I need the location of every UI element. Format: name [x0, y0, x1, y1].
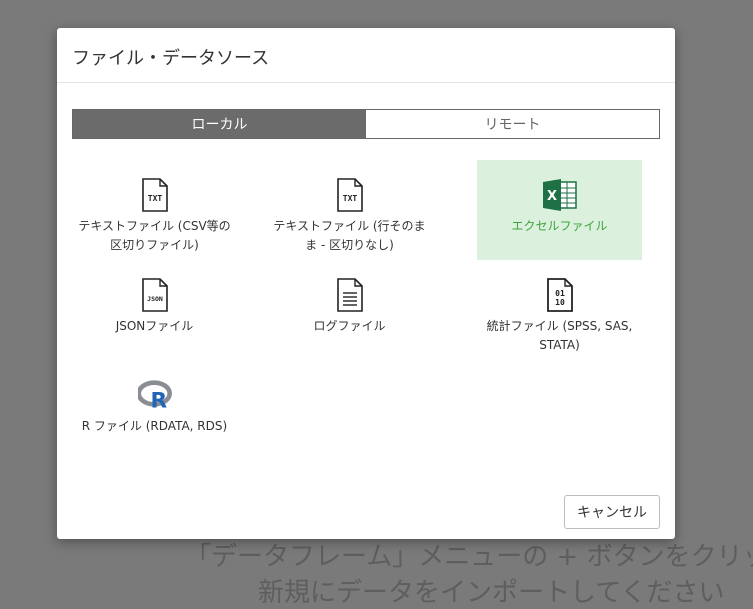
log-file-icon	[333, 277, 367, 313]
tile-text-delimited[interactable]: TXT テキストファイル (CSV等の区切りファイル)	[72, 160, 237, 260]
tile-label: ログファイル	[313, 319, 386, 333]
svg-text:TXT: TXT	[147, 194, 162, 203]
tile-json[interactable]: JSON JSONファイル	[72, 260, 237, 360]
tab-local[interactable]: ローカル	[73, 110, 366, 138]
tile-log[interactable]: ログファイル	[267, 260, 432, 360]
tile-label: 統計ファイル (SPSS, SAS, STATA)	[486, 319, 633, 352]
file-datasource-dialog: ファイル・データソース ローカル リモート TXT テキストファイル (CSV等…	[57, 28, 675, 539]
tile-stat[interactable]: 01 10 統計ファイル (SPSS, SAS, STATA)	[477, 260, 642, 360]
svg-text:10: 10	[555, 298, 565, 307]
r-logo-icon: R	[137, 377, 172, 413]
background-instruction-line-2: 新規にデータをインポートしてください	[258, 578, 725, 608]
cancel-button[interactable]: キャンセル	[564, 495, 660, 529]
svg-text:R: R	[150, 388, 167, 413]
tile-excel[interactable]: X エクセルファイル	[477, 160, 642, 260]
dialog-header: ファイル・データソース	[57, 28, 675, 83]
dialog-title: ファイル・データソース	[72, 48, 270, 69]
tile-text-raw[interactable]: TXT テキストファイル (行そのまま - 区切りなし)	[267, 160, 432, 260]
json-file-icon: JSON	[138, 277, 172, 313]
svg-text:X: X	[546, 189, 556, 204]
tile-label: テキストファイル (行そのまま - 区切りなし)	[273, 219, 426, 252]
background-instruction-line-1: 「データフレーム」メニューの + ボタンをクリッ	[185, 542, 753, 572]
tile-r[interactable]: R R ファイル (RDATA, RDS)	[72, 360, 237, 460]
tab-remote[interactable]: リモート	[366, 110, 659, 138]
svg-text:TXT: TXT	[342, 194, 357, 203]
txt-file-icon: TXT	[333, 177, 367, 213]
source-tabs: ローカル リモート	[72, 109, 660, 139]
tile-label: テキストファイル (CSV等の区切りファイル)	[78, 219, 231, 252]
tile-label: R ファイル (RDATA, RDS)	[81, 419, 228, 433]
svg-text:01: 01	[555, 289, 565, 298]
svg-text:JSON: JSON	[147, 295, 163, 303]
tile-label: JSONファイル	[115, 319, 194, 333]
txt-file-icon: TXT	[138, 177, 172, 213]
tile-label: エクセルファイル	[511, 219, 608, 233]
excel-icon: X	[542, 177, 577, 213]
binary-file-icon: 01 10	[543, 277, 577, 313]
